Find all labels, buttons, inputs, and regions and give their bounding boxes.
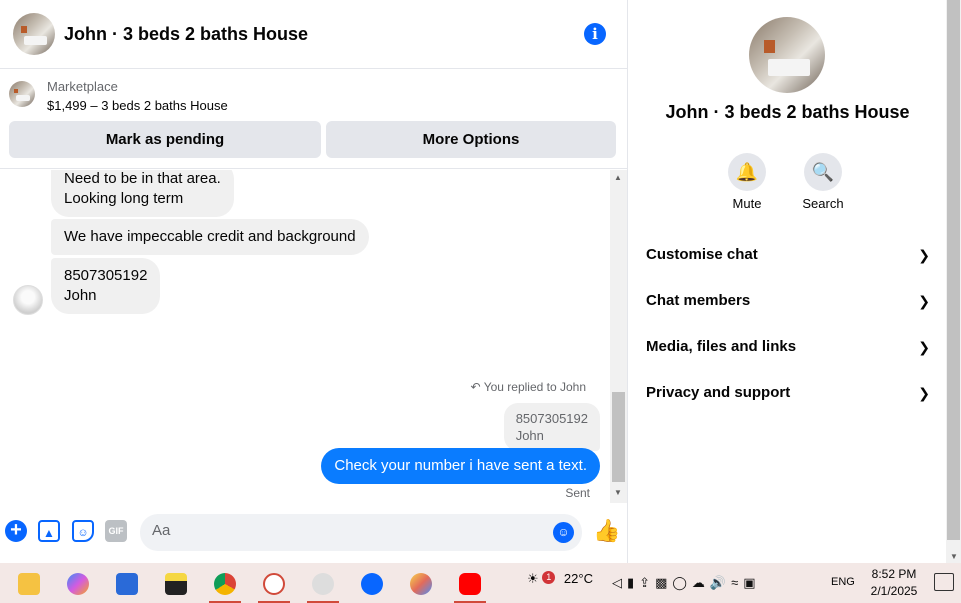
- windows-taskbar: ☀ 1 22°C ◁▮⇪▩◯☁🔊≈▣ ENG 8:52 PM 2/1/2025: [0, 563, 961, 603]
- quoted-text: John: [515, 428, 544, 443]
- language-indicator[interactable]: ENG: [831, 576, 855, 588]
- clock-time: 8:52 PM: [871, 567, 917, 581]
- composer-bar: + ▲ ☺ GIF ☺ 👍: [0, 505, 628, 563]
- mute-label: Mute: [732, 196, 762, 211]
- snipping-tool-icon[interactable]: [254, 567, 294, 603]
- chat-title[interactable]: John · 3 beds 2 baths House: [64, 24, 308, 45]
- section-label: Privacy and support: [646, 384, 791, 401]
- reply-icon: ↶: [470, 380, 481, 394]
- mute-button[interactable]: 🔔 Mute: [717, 153, 777, 211]
- message-input-wrapper: ☺: [140, 514, 582, 551]
- sticky-notes-icon[interactable]: [156, 567, 196, 599]
- scroll-down-arrow-icon[interactable]: ▼: [614, 488, 622, 497]
- mark-pending-button[interactable]: Mark as pending: [9, 121, 321, 158]
- chat-panel: John · 3 beds 2 baths House i Marketplac…: [0, 0, 628, 563]
- onedrive-icon[interactable]: ☁: [692, 575, 710, 590]
- facebook-icon[interactable]: [352, 567, 392, 599]
- file-explorer-icon[interactable]: [9, 567, 49, 599]
- office-icon[interactable]: ▩: [655, 575, 672, 590]
- message-text: 8507305192: [64, 267, 148, 284]
- conversation-info-panel: John · 3 beds 2 baths House 🔔 Mute 🔍 Sea…: [629, 0, 946, 563]
- page-scroll-down-arrow-icon[interactable]: ▼: [950, 552, 958, 561]
- paint-icon[interactable]: [401, 567, 441, 599]
- section-label: Media, files and links: [646, 338, 797, 355]
- incoming-message[interactable]: 8507305192 John: [51, 258, 161, 314]
- message-text: Need to be in that area.: [64, 170, 221, 187]
- youtube-icon[interactable]: [450, 567, 490, 603]
- chevron-down-icon: ❯: [918, 247, 930, 263]
- chat-header: John · 3 beds 2 baths House i: [0, 0, 628, 69]
- message-text: Looking long term: [64, 190, 184, 207]
- message-input[interactable]: [152, 522, 532, 539]
- section-label: Customise chat: [646, 246, 758, 263]
- sender-avatar[interactable]: [13, 285, 43, 315]
- contact-avatar[interactable]: [13, 13, 55, 55]
- sticker-icon[interactable]: ☺: [72, 520, 94, 542]
- outgoing-message[interactable]: Check your number i have sent a text.: [321, 448, 600, 484]
- message-list: Need to be in that area. Looking long te…: [0, 170, 610, 505]
- weather-temp: 22°C: [563, 571, 593, 586]
- listing-thumbnail[interactable]: [9, 81, 35, 107]
- emoji-icon[interactable]: ☺: [553, 522, 574, 543]
- incoming-message[interactable]: We have impeccable credit and background: [51, 219, 369, 255]
- security-icon[interactable]: ◯: [672, 575, 692, 590]
- notification-icon[interactable]: [934, 573, 954, 591]
- search-label: Search: [802, 196, 844, 211]
- chrome-icon[interactable]: [205, 567, 245, 603]
- section-label: Chat members: [646, 292, 751, 309]
- message-text: John: [64, 287, 97, 304]
- reply-label: You replied to John: [483, 380, 586, 394]
- clock[interactable]: 8:52 PM 2/1/2025: [866, 566, 922, 600]
- chrome-profile-icon[interactable]: [303, 567, 343, 603]
- store-icon[interactable]: [107, 567, 147, 599]
- marketplace-label: Marketplace: [47, 79, 118, 94]
- copilot-icon[interactable]: [58, 567, 98, 599]
- page-scroll-thumb[interactable]: [947, 0, 960, 540]
- messenger-app: John · 3 beds 2 baths House i Marketplac…: [0, 0, 961, 563]
- weather-icon: ☀: [527, 571, 539, 586]
- wifi-icon[interactable]: ≈: [731, 575, 743, 590]
- chevron-down-icon: ❯: [918, 339, 930, 355]
- plus-icon[interactable]: +: [5, 520, 27, 542]
- tray-overflow-icon[interactable]: ◁: [612, 575, 627, 590]
- profile-name[interactable]: John · 3 beds 2 baths House: [629, 102, 946, 123]
- sent-status: Sent: [565, 486, 590, 500]
- section-media-files-links[interactable]: Media, files and links ❯: [646, 327, 930, 367]
- bell-icon: 🔔: [728, 153, 766, 191]
- page-scrollbar[interactable]: ▼: [946, 0, 961, 563]
- search-icon: 🔍: [804, 153, 842, 191]
- reply-indicator: ↶ You replied to John: [471, 380, 587, 394]
- section-chat-members[interactable]: Chat members ❯: [646, 281, 930, 321]
- listing-title[interactable]: $1,499 – 3 beds 2 baths House: [47, 98, 228, 113]
- bluetooth-icon[interactable]: ⇪: [639, 575, 655, 590]
- quoted-text: 8507305192: [515, 411, 588, 426]
- volume-icon[interactable]: 🔊: [710, 575, 731, 590]
- incoming-message[interactable]: Need to be in that area. Looking long te…: [51, 170, 234, 217]
- photo-icon[interactable]: ▲: [38, 520, 60, 542]
- more-options-button[interactable]: More Options: [326, 121, 616, 158]
- search-button[interactable]: 🔍 Search: [793, 153, 853, 211]
- chevron-down-icon: ❯: [918, 385, 930, 401]
- battery-icon[interactable]: ▮: [627, 575, 639, 590]
- message-scrollbar[interactable]: ▲ ▼: [610, 170, 627, 503]
- weather-widget[interactable]: ☀ 1 22°C: [527, 571, 593, 587]
- quoted-message[interactable]: 8507305192 John: [503, 403, 600, 451]
- clock-date: 2/1/2025: [870, 584, 918, 598]
- scroll-thumb[interactable]: [612, 392, 625, 482]
- weather-badge: 1: [542, 571, 556, 584]
- chevron-down-icon: ❯: [918, 293, 930, 309]
- message-text: We have impeccable credit and background: [64, 228, 356, 245]
- info-icon[interactable]: i: [584, 23, 606, 45]
- meet-icon[interactable]: ▣: [743, 575, 760, 590]
- gif-icon[interactable]: GIF: [105, 520, 127, 542]
- section-customise-chat[interactable]: Customise chat ❯: [646, 235, 930, 275]
- scroll-up-arrow-icon[interactable]: ▲: [614, 173, 622, 182]
- marketplace-banner: Marketplace $1,499 – 3 beds 2 baths Hous…: [0, 69, 628, 169]
- profile-avatar[interactable]: [749, 17, 825, 93]
- section-privacy-support[interactable]: Privacy and support ❯: [646, 373, 930, 413]
- thumbs-up-icon[interactable]: 👍: [593, 519, 620, 543]
- system-tray: ◁▮⇪▩◯☁🔊≈▣: [612, 575, 761, 591]
